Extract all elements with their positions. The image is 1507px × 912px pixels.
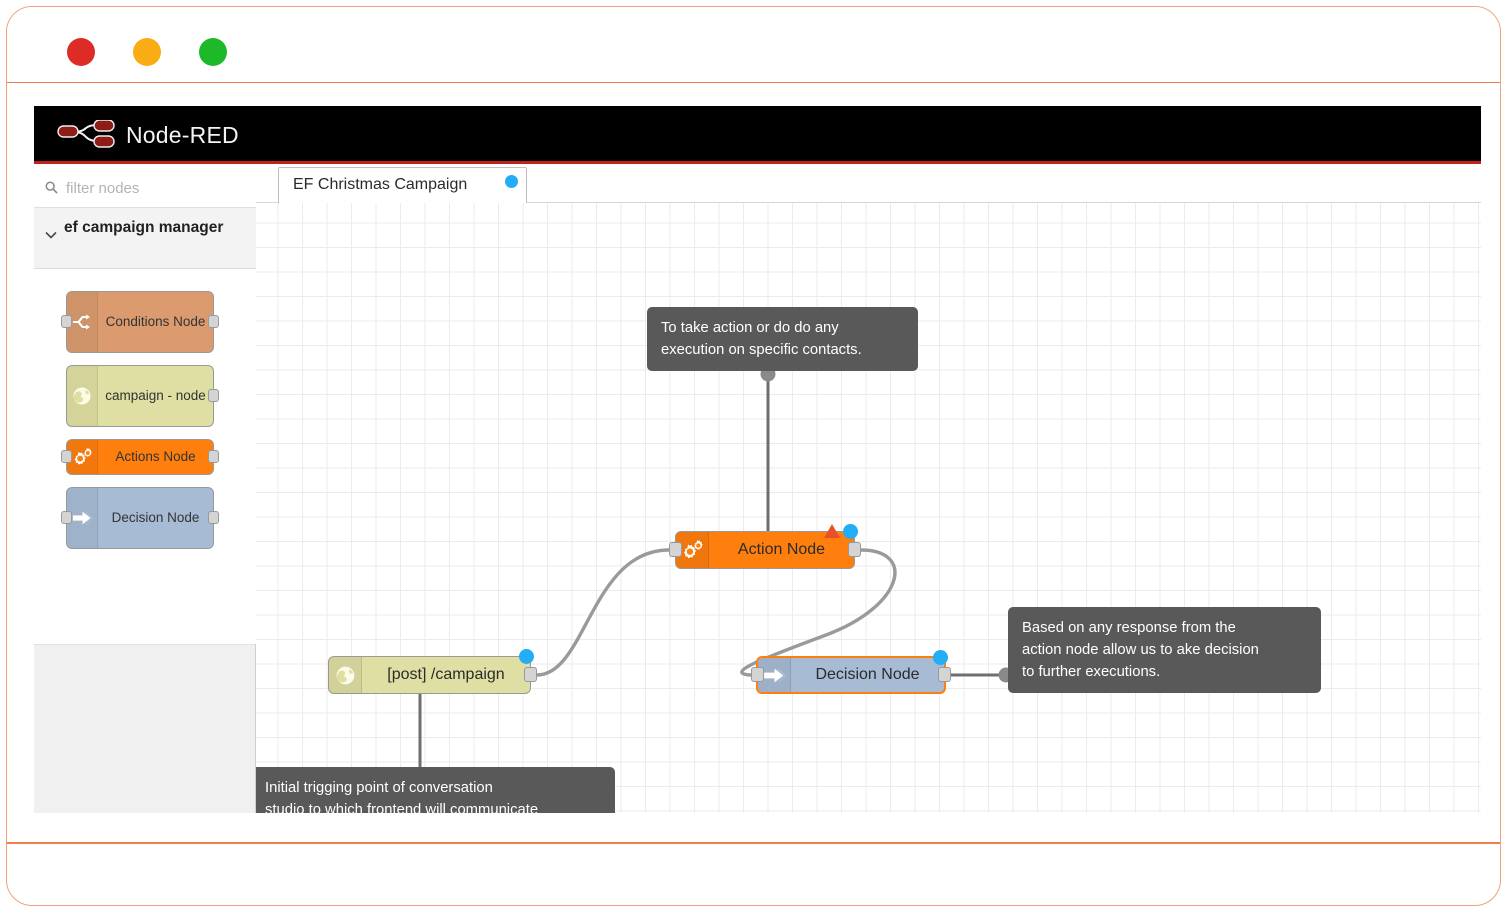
warning-triangle-icon xyxy=(824,524,840,538)
application-window: Node-RED ef campaign manager xyxy=(6,6,1501,906)
palette-node-output-port xyxy=(208,511,219,524)
flow-node-input-port[interactable] xyxy=(751,667,764,682)
palette-node-label: Decision Node xyxy=(98,488,213,548)
palette-node-conditions[interactable]: Conditions Node xyxy=(66,291,214,353)
palette-node-output-port xyxy=(208,315,219,328)
tab-ef-christmas-campaign[interactable]: EF Christmas Campaign xyxy=(278,167,527,203)
flow-node-campaign[interactable]: [post] /campaign xyxy=(328,656,531,694)
palette-node-input-port xyxy=(61,450,72,463)
node-red-header: Node-RED xyxy=(34,106,1481,164)
palette-node-label: Conditions Node xyxy=(98,292,213,352)
flow-grid[interactable]: [post] /campaign xyxy=(256,203,1481,813)
flow-canvas-area: EF Christmas Campaign xyxy=(256,167,1481,813)
window-maximize-button[interactable] xyxy=(199,38,227,66)
flow-tab-bar: EF Christmas Campaign xyxy=(256,167,1481,203)
globe-icon xyxy=(329,657,362,693)
palette-node-decision[interactable]: Decision Node xyxy=(66,487,214,549)
window-close-button[interactable] xyxy=(67,38,95,66)
palette-node-label: campaign - node xyxy=(98,366,213,426)
palette-node-list: Conditions Node campaign - node xyxy=(34,269,256,644)
palette-node-actions[interactable]: Actions Node xyxy=(66,439,214,475)
window-minimize-button[interactable] xyxy=(133,38,161,66)
search-icon xyxy=(45,181,58,194)
flow-node-modified-indicator xyxy=(933,650,948,665)
annotation-campaign-note: Initial trigging point of conversation s… xyxy=(256,767,615,813)
flow-node-label: [post] /campaign xyxy=(362,657,530,693)
palette-search-row xyxy=(34,167,256,208)
palette-category-label: ef campaign manager xyxy=(64,217,224,239)
palette-node-output-port xyxy=(208,450,219,463)
flow-node-output-port[interactable] xyxy=(848,542,861,557)
node-palette: ef campaign manager xyxy=(34,167,256,813)
window-titlebar xyxy=(7,7,1500,83)
annotation-decision-note: Based on any response from the action no… xyxy=(1008,607,1321,693)
filter-nodes-input[interactable] xyxy=(64,177,244,199)
globe-icon xyxy=(67,366,98,426)
flow-node-input-port[interactable] xyxy=(669,542,682,557)
wire-campaign-to-action xyxy=(537,550,669,675)
window-bottom-divider xyxy=(7,842,1500,844)
palette-node-output-port xyxy=(208,389,219,402)
app-title: Node-RED xyxy=(126,120,239,150)
palette-node-input-port xyxy=(61,315,72,328)
annotation-action-note: To take action or do do any execution on… xyxy=(647,307,918,371)
node-red-application: Node-RED ef campaign manager xyxy=(34,106,1481,813)
node-red-logo-icon xyxy=(56,120,118,150)
palette-empty-area xyxy=(34,644,255,813)
flow-wires xyxy=(256,203,1481,813)
flow-node-label: Decision Node xyxy=(791,658,944,692)
tab-label: EF Christmas Campaign xyxy=(293,176,467,194)
tab-modified-indicator xyxy=(505,175,518,188)
flow-node-modified-indicator xyxy=(843,524,858,539)
flow-node-action[interactable]: Action Node xyxy=(675,531,855,569)
palette-node-label: Actions Node xyxy=(98,440,213,474)
flow-node-modified-indicator xyxy=(519,649,534,664)
palette-category-ef-campaign-manager[interactable]: ef campaign manager xyxy=(34,208,256,269)
palette-node-campaign[interactable]: campaign - node xyxy=(66,365,214,427)
palette-node-input-port xyxy=(61,511,72,524)
flow-node-decision[interactable]: Decision Node xyxy=(756,656,946,694)
chevron-down-icon xyxy=(45,230,57,240)
flow-node-output-port[interactable] xyxy=(524,667,537,682)
flow-node-output-port[interactable] xyxy=(938,667,951,682)
